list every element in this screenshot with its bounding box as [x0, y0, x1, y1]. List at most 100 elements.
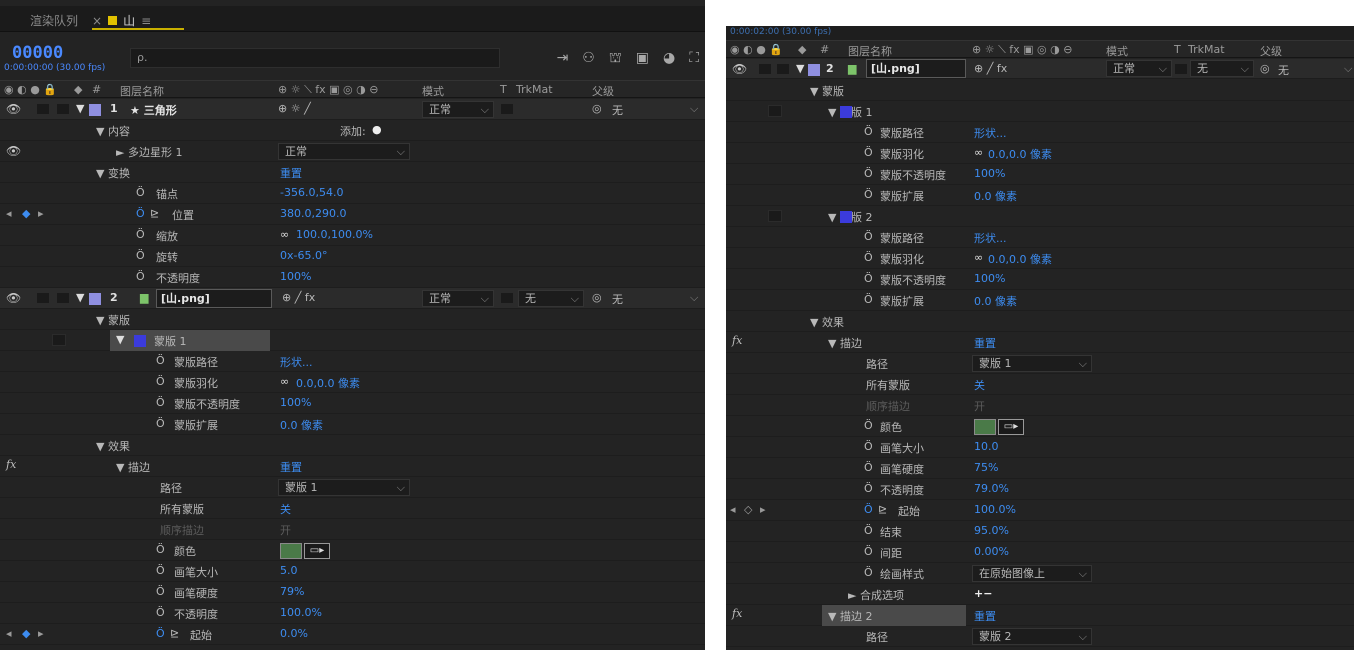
twirl-icon[interactable]: ▼: [796, 62, 804, 75]
layer-name-field[interactable]: [山.png]: [866, 59, 966, 78]
layer-label-color[interactable]: [89, 293, 101, 305]
shy-layers-icon[interactable]: ⛫: [609, 50, 622, 68]
lock-toggle[interactable]: [776, 63, 790, 75]
eye-icon[interactable]: 👁: [732, 62, 747, 76]
property-row[interactable]: Ö 绘画样式 在原始图像上 ⌵: [726, 563, 1354, 584]
fx-icon[interactable]: fx: [732, 607, 742, 620]
motion-blur-icon[interactable]: ◕: [663, 50, 675, 68]
link-icon[interactable]: ∞: [974, 146, 983, 159]
menu-icon[interactable]: ≡: [141, 14, 151, 28]
layer-switches[interactable]: ⊕ ☼ ╱: [278, 102, 311, 115]
stopwatch-icon[interactable]: Ö: [156, 627, 165, 640]
property-row[interactable]: Ö 不透明度 100.0%: [0, 603, 705, 624]
property-row[interactable]: 所有蒙版 关: [0, 498, 705, 519]
property-row[interactable]: 路径 蒙版 1 ⌵: [0, 477, 705, 498]
group-label[interactable]: ▼ 蒙版: [810, 83, 844, 99]
link-icon[interactable]: ∞: [974, 251, 983, 264]
group-effects[interactable]: ▼ 效果: [0, 435, 705, 456]
layer-label-color[interactable]: [808, 64, 820, 76]
property-value[interactable]: 100%: [974, 167, 1005, 180]
property-value[interactable]: 100%: [974, 272, 1005, 285]
stopwatch-icon[interactable]: Ö: [156, 354, 165, 367]
stopwatch-icon[interactable]: Ö: [864, 419, 873, 432]
mask-toggle[interactable]: [768, 210, 782, 222]
property-row[interactable]: ◂ ◆ ▸ Ö ⊵ 起始 0.0%: [0, 624, 705, 645]
group-effects[interactable]: ▼ 效果: [726, 311, 1354, 332]
property-value[interactable]: 100%: [280, 270, 311, 283]
stopwatch-icon[interactable]: Ö: [864, 545, 873, 558]
group-polystar[interactable]: 👁 ► 多边星形 1 正常 ⌵: [0, 141, 705, 162]
trkmat-toggle[interactable]: [500, 292, 514, 304]
layer-row[interactable]: 👁 ▼ 1 ★ 三角形 ⊕ ☼ ╱ 正常 ⌵ ◎ 无 ⌵: [0, 99, 705, 120]
layer-row[interactable]: 👁 ▼ 2 ▆ [山.png] ⊕ ╱ fx 正常 ⌵ 无 ⌵ ◎ 无 ⌵: [726, 59, 1354, 79]
property-row[interactable]: 路径 蒙版 1 ⌵: [726, 353, 1354, 374]
group-label[interactable]: ► 合成选项: [848, 587, 904, 603]
property-value[interactable]: 100.0,100.0%: [296, 228, 373, 241]
property-row[interactable]: Ö 锚点 -356.0,54.0: [0, 183, 705, 204]
property-value[interactable]: 0.0 像素: [974, 188, 1017, 204]
property-value[interactable]: 0x-65.0°: [280, 249, 327, 262]
mask-row[interactable]: ▼ 蒙版 2: [726, 206, 1354, 227]
twirl-icon[interactable]: ▼: [116, 333, 124, 346]
draft-3d-icon[interactable]: ⚇: [582, 50, 595, 68]
property-row[interactable]: Ö 蒙版不透明度 100%: [726, 269, 1354, 290]
reset-link[interactable]: 重置: [280, 165, 302, 181]
eye-icon[interactable]: 👁: [6, 102, 21, 116]
property-value[interactable]: 关: [974, 377, 985, 393]
layer-name-field[interactable]: [山.png]: [156, 289, 272, 308]
property-value[interactable]: 100.0%: [974, 503, 1016, 516]
eyedropper-icon[interactable]: ▭▸: [998, 419, 1024, 435]
solo-toggle[interactable]: [36, 103, 50, 115]
property-row[interactable]: Ö 蒙版不透明度 100%: [0, 393, 705, 414]
property-value[interactable]: 100%: [280, 396, 311, 409]
property-row[interactable]: Ö 缩放 ∞ 100.0,100.0%: [0, 225, 705, 246]
stopwatch-icon[interactable]: Ö: [156, 375, 165, 388]
pickwhip-icon[interactable]: ◎: [1260, 62, 1270, 75]
stopwatch-icon[interactable]: Ö: [136, 228, 145, 241]
stopwatch-icon[interactable]: Ö: [864, 230, 873, 243]
trkmat-toggle[interactable]: [1174, 63, 1188, 75]
path-select[interactable]: 蒙版 1 ⌵: [278, 479, 410, 496]
property-value[interactable]: 0.0,0.0 像素: [988, 146, 1052, 162]
stopwatch-icon[interactable]: Ö: [156, 585, 165, 598]
reset-link[interactable]: 重置: [974, 608, 996, 624]
stopwatch-icon[interactable]: Ö: [156, 564, 165, 577]
stopwatch-icon[interactable]: Ö: [156, 606, 165, 619]
property-row[interactable]: Ö 不透明度 100%: [0, 267, 705, 288]
group-label[interactable]: ▼ 效果: [96, 438, 130, 454]
blend-mode-select[interactable]: 正常 ⌵: [422, 290, 494, 307]
reset-link[interactable]: 重置: [280, 459, 302, 475]
property-row[interactable]: Ö 旋转 0x-65.0°: [0, 246, 705, 267]
keyframe-icon[interactable]: ◆: [22, 207, 30, 220]
prev-keyframe-icon[interactable]: ◂: [6, 627, 12, 640]
stopwatch-icon[interactable]: Ö: [864, 482, 873, 495]
next-keyframe-icon[interactable]: ▸: [38, 207, 44, 220]
effect-name[interactable]: ▼ 描边: [116, 459, 150, 475]
mask-name[interactable]: 蒙版 1: [154, 333, 187, 349]
property-row[interactable]: 所有蒙版 关: [726, 374, 1354, 395]
stopwatch-icon[interactable]: Ö: [864, 125, 873, 138]
group-composite[interactable]: ► 合成选项 +−: [726, 584, 1354, 605]
trkmat-toggle[interactable]: [500, 103, 514, 115]
property-value[interactable]: 0.0 像素: [280, 417, 323, 433]
property-value[interactable]: 5.0: [280, 564, 298, 577]
property-value[interactable]: 0.0,0.0 像素: [988, 251, 1052, 267]
property-value[interactable]: 形状...: [280, 354, 313, 370]
trkmat-select[interactable]: 无 ⌵: [518, 290, 584, 307]
layer-switches[interactable]: ⊕ ╱ fx: [974, 62, 1007, 75]
group-label[interactable]: ▼ 蒙版: [96, 312, 130, 328]
stopwatch-icon[interactable]: Ö: [864, 188, 873, 201]
graph-icon[interactable]: ⊵: [170, 627, 179, 640]
lock-toggle[interactable]: [56, 103, 70, 115]
parent-value[interactable]: 无: [612, 291, 623, 307]
property-row[interactable]: Ö 蒙版不透明度 100%: [726, 164, 1354, 185]
property-row[interactable]: Ö 结束 95.0%: [726, 521, 1354, 542]
blend-mode-select[interactable]: 正常 ⌵: [278, 143, 410, 160]
group-transform[interactable]: ▼ 变换 重置: [0, 162, 705, 183]
group-label[interactable]: ▼ 内容: [96, 123, 130, 139]
property-row[interactable]: Ö 蒙版羽化 ∞ 0.0,0.0 像素: [726, 248, 1354, 269]
stopwatch-icon[interactable]: Ö: [136, 186, 145, 199]
parent-value[interactable]: 无: [1278, 62, 1289, 78]
effect-name[interactable]: ▼ 描边: [828, 335, 862, 351]
frame-blending-icon[interactable]: ▣: [636, 50, 649, 68]
